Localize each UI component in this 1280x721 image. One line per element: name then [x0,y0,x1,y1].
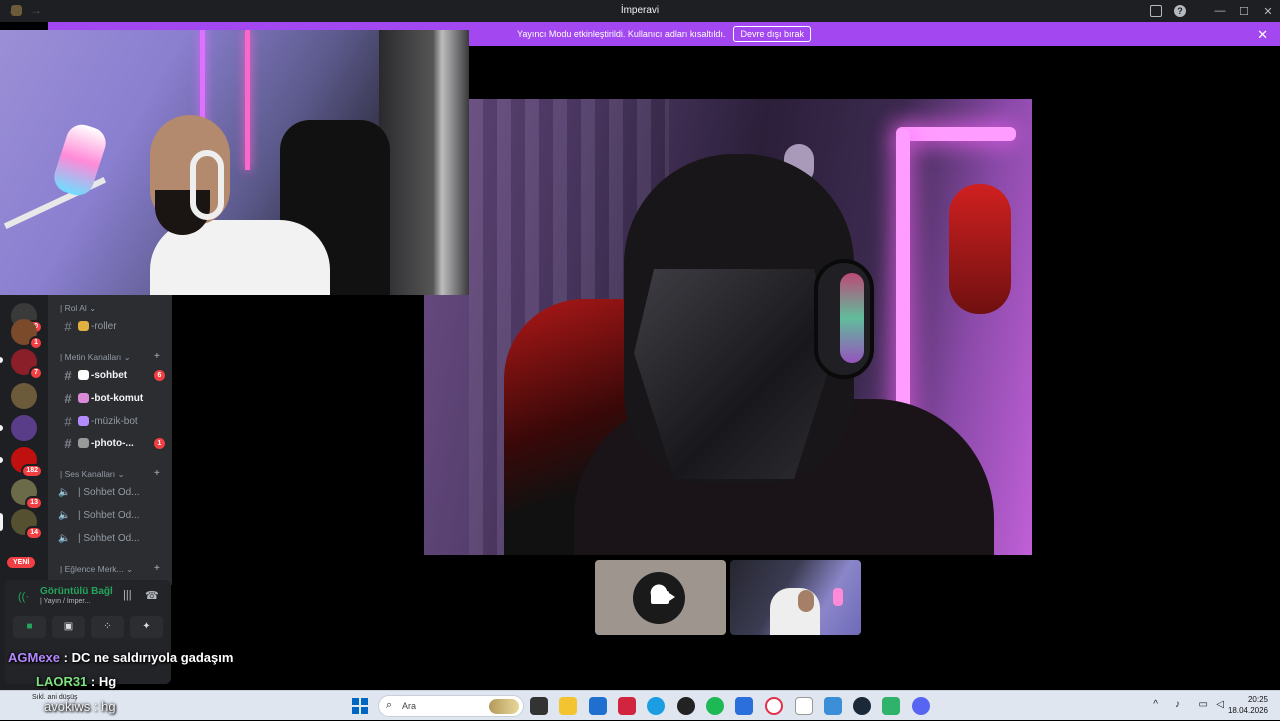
noise-suppression-icon[interactable]: ||| [123,589,132,601]
task-view-icon[interactable] [530,697,548,715]
hash-icon: # [64,367,72,383]
document-icon[interactable] [795,697,813,715]
camera-icon [651,591,675,604]
channel-muzik-bot[interactable]: # -müzik-bot [53,411,172,431]
add-channel-icon[interactable]: + [154,468,160,479]
voice-channel-name[interactable]: | Yayın / İmper... [40,598,90,605]
voice-channel-2[interactable]: 🔈 | Sohbet Od... [53,505,172,525]
hash-icon: # [64,390,72,406]
opera-icon[interactable] [765,697,783,715]
activities-button[interactable]: ⁘ [91,616,124,638]
webcam-overlay [0,30,469,295]
window-title: İmperavi [0,5,1280,16]
participant-tile-camera-off[interactable] [595,560,726,635]
server-icon-2[interactable]: 1 [11,319,43,350]
title-bar-controls: ? — ☐ ✕ [1150,0,1280,22]
volume-icon[interactable]: ◁ [1216,699,1224,710]
voice-connection-panel: ((· Görüntülü Bağl | Yayın / İmper... ||… [5,580,171,684]
screen-share-button[interactable]: ▣ [52,616,85,638]
server-icon-4[interactable] [11,383,37,409]
title-bar: ←→ İmperavi ? — ☐ ✕ [0,0,1280,22]
game-icon[interactable] [882,697,900,715]
category-eglence[interactable]: | Eğlence Merk... ⌄ + [60,563,160,575]
disable-streamer-mode-button[interactable]: Devre dışı bırak [733,26,811,42]
pocket-icon[interactable] [618,697,636,715]
main-video-stream[interactable] [424,99,1032,555]
add-channel-icon[interactable]: + [154,563,160,574]
server-icon-6[interactable]: 182 [11,447,43,478]
speaker-icon: 🔈 [58,532,71,544]
server-icon [11,5,22,16]
close-icon[interactable]: ✕ [1257,27,1268,43]
edge-icon[interactable] [647,697,665,715]
inbox-icon[interactable] [1150,5,1162,17]
new-badge[interactable]: YENİ [7,557,36,568]
network-icon[interactable]: ▭ [1199,699,1208,710]
channel-sohbet[interactable]: # -sohbet 6 [53,365,172,385]
category-rol-al[interactable]: | Rol Al ⌄ [60,303,96,314]
maximize-button[interactable]: ☐ [1232,5,1256,18]
clock[interactable]: 20:25 18.04.2026 [1228,694,1268,716]
channel-photo[interactable]: # -photo-... 1 [53,433,172,453]
add-channel-icon[interactable]: + [154,351,160,362]
disconnect-icon[interactable]: ☎ [145,589,159,602]
participant-tile-stream[interactable] [730,560,861,635]
discord-icon[interactable] [912,697,930,715]
app-icon[interactable] [824,697,842,715]
server-icon-5[interactable] [11,415,37,441]
channel-bot-komut[interactable]: # -bot-komut [53,388,172,408]
search-highlight-image [489,699,519,714]
steam-icon[interactable] [853,697,871,715]
category-metin-kanallari[interactable]: | Metin Kanalları ⌄ + [60,351,160,363]
hash-icon: # [64,435,72,451]
voice-status[interactable]: Görüntülü Bağl [40,586,113,597]
spotify-icon[interactable] [706,697,724,715]
microphone-icon[interactable]: ♪ [1175,699,1180,710]
chat-message: AGMexe : DC ne saldırıyola gadaşım [8,650,234,665]
chat-message: LAOR31 : Hg [36,674,117,689]
taskbar: Sıkl. ani düşüş ⌕ Ara ^ ♪ ▭ ◁ 20:25 18.04… [0,690,1280,720]
store-icon[interactable] [589,697,607,715]
speaker-icon: 🔈 [58,486,71,498]
chat-message: avokiws : hg [44,699,116,714]
voice-channel-3[interactable]: 🔈 | Sohbet Od... [53,528,172,548]
close-window-button[interactable]: ✕ [1256,5,1280,18]
server-icon-8[interactable]: 14 [11,509,43,540]
minimize-button[interactable]: — [1208,5,1232,17]
streamer-mode-message: Yayıncı Modu etkinleştirildi. Kullanıcı … [517,29,726,39]
server-icon-7[interactable]: 13 [11,479,43,510]
channel-roller[interactable]: # -roller [53,316,172,336]
chevron-up-icon[interactable]: ^ [1153,699,1158,710]
search-icon: ⌕ [386,699,393,711]
github-icon[interactable] [677,697,695,715]
hash-icon: # [64,413,72,429]
signal-icon[interactable]: ((· [18,591,29,603]
server-icon-3[interactable]: 7 [11,349,43,380]
file-explorer-icon[interactable] [559,697,577,715]
soundboard-button[interactable]: ✦ [130,616,163,638]
mail-icon[interactable] [735,697,753,715]
help-icon[interactable]: ? [1174,5,1186,17]
voice-channel-1[interactable]: 🔈 | Sohbet Od... [53,482,172,502]
camera-toggle-button[interactable]: ■ [13,616,46,638]
category-ses-kanallari[interactable]: | Ses Kanalları ⌄ + [60,468,160,480]
speaker-icon: 🔈 [58,509,71,521]
start-button[interactable] [352,698,368,714]
hash-icon: # [64,318,72,334]
search-box[interactable]: ⌕ Ara [378,695,524,717]
channel-list: | Rol Al ⌄ # -roller | Metin Kanalları ⌄ +… [48,295,172,585]
